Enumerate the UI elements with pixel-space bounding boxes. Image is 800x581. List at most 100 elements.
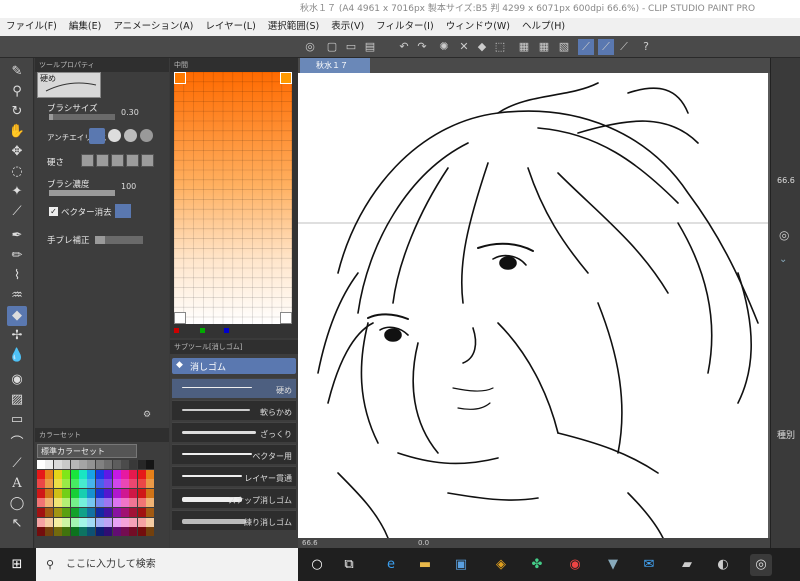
color-swatch[interactable] <box>121 498 129 508</box>
color-swatch[interactable] <box>62 488 71 498</box>
color-swatch[interactable] <box>129 460 138 469</box>
transform-icon[interactable]: ⬚ <box>492 39 508 55</box>
color-swatch[interactable] <box>95 508 104 517</box>
vector-erase-checkbox[interactable]: ✓ <box>49 207 58 216</box>
tool-settings-icon[interactable]: ⚙ <box>143 410 151 420</box>
color-swatch[interactable] <box>112 460 121 469</box>
color-swatch[interactable] <box>129 498 138 508</box>
eraser-icon[interactable]: ◆ <box>7 306 27 326</box>
menu-animation[interactable]: アニメーション(A) <box>107 18 199 36</box>
clip-studio-icon[interactable]: ◎ <box>302 39 318 55</box>
sub-tool-item-vector[interactable]: ベクター用 <box>172 444 296 464</box>
color-swatch[interactable] <box>129 469 138 479</box>
balloon-icon[interactable]: ◯ <box>7 494 27 514</box>
color-swatch[interactable] <box>104 527 113 537</box>
color-swatch[interactable] <box>104 498 113 508</box>
menu-help[interactable]: ヘルプ(H) <box>516 18 571 36</box>
hardness-step-1[interactable] <box>81 154 94 167</box>
layer-icon[interactable]: ◎ <box>779 228 789 242</box>
color-swatch[interactable] <box>137 488 146 498</box>
color-swatch[interactable] <box>45 527 54 537</box>
color-swatch[interactable] <box>62 460 71 469</box>
menu-layer[interactable]: レイヤー(L) <box>199 18 261 36</box>
help-icon[interactable]: ? <box>638 39 654 55</box>
color-swatch[interactable] <box>87 527 96 537</box>
color-swatch[interactable] <box>104 460 113 469</box>
intermediate-color-grid[interactable] <box>173 71 292 324</box>
lasso-icon[interactable]: ◌ <box>7 162 27 182</box>
color-swatch[interactable] <box>112 469 121 479</box>
color-swatch[interactable] <box>112 488 121 498</box>
color-swatch[interactable] <box>137 508 146 517</box>
canvas-tab[interactable]: 秋水１７ <box>300 58 370 73</box>
mail-icon[interactable]: ✉ <box>638 554 660 576</box>
color-swatch[interactable] <box>129 508 138 517</box>
color-swatch[interactable] <box>45 488 54 498</box>
gradient-icon[interactable]: ▨ <box>7 390 27 410</box>
hardness-step-4[interactable] <box>126 154 139 167</box>
color-swatch[interactable] <box>79 460 87 469</box>
color-swatch[interactable] <box>104 517 113 527</box>
color-swatch[interactable] <box>79 508 87 517</box>
color-swatch[interactable] <box>70 498 79 508</box>
color-swatch[interactable] <box>87 508 96 517</box>
color-swatch[interactable] <box>95 527 104 537</box>
color-swatch[interactable] <box>95 460 104 469</box>
color-swatch[interactable] <box>37 498 45 508</box>
color-swatch[interactable] <box>45 479 54 489</box>
stabilization-slider[interactable] <box>95 236 143 244</box>
color-swatch[interactable] <box>121 517 129 527</box>
color-swatch[interactable] <box>79 527 87 537</box>
save-icon[interactable]: ▤ <box>362 39 378 55</box>
chevron-down-icon[interactable]: ⌄ <box>779 254 787 265</box>
color-swatch[interactable] <box>79 479 87 489</box>
canvas-zoom-value[interactable]: 66.6 <box>302 539 318 547</box>
brush-icon[interactable]: ⌇ <box>7 266 27 286</box>
color-swatch[interactable] <box>37 508 45 517</box>
correct-line-icon[interactable]: ↖ <box>7 514 27 534</box>
move-icon[interactable]: ✥ <box>7 142 27 162</box>
color-swatch[interactable] <box>87 488 96 498</box>
color-swatch[interactable] <box>37 460 45 469</box>
color-swatch[interactable] <box>129 527 138 537</box>
redo-icon[interactable]: ↷ <box>414 39 430 55</box>
color-swatch[interactable] <box>112 517 121 527</box>
menu-file[interactable]: ファイル(F) <box>0 18 63 36</box>
color-swatch[interactable] <box>146 469 155 479</box>
color-swatch[interactable] <box>53 460 62 469</box>
color-swatch[interactable] <box>137 517 146 527</box>
color-swatch[interactable] <box>37 469 45 479</box>
corner-color-top-left[interactable] <box>174 72 186 84</box>
task-view-icon[interactable]: ⧉ <box>338 554 360 576</box>
edge-icon[interactable]: e <box>380 554 402 576</box>
grid-icon[interactable]: ▦ <box>536 39 552 55</box>
corner-color-bottom-left[interactable] <box>174 312 186 324</box>
color-swatch[interactable] <box>79 469 87 479</box>
color-swatch[interactable] <box>87 517 96 527</box>
menu-window[interactable]: ウィンドウ(W) <box>440 18 516 36</box>
rotate-icon[interactable]: ↻ <box>7 102 27 122</box>
color-swatch[interactable] <box>62 469 71 479</box>
color-swatch[interactable] <box>53 508 62 517</box>
corner-color-top-right[interactable] <box>280 72 292 84</box>
color-swatch[interactable] <box>62 498 71 508</box>
color-swatch[interactable] <box>45 460 54 469</box>
hardness-step-2[interactable] <box>96 154 109 167</box>
undo-icon[interactable]: ↶ <box>396 39 412 55</box>
taskbar-search-box[interactable]: ⚲ ここに入力して検索 <box>36 548 298 581</box>
hardness-step-3[interactable] <box>111 154 124 167</box>
color-swatch[interactable] <box>104 469 113 479</box>
color-swatch[interactable] <box>62 517 71 527</box>
color-swatch[interactable] <box>53 517 62 527</box>
color-swatch[interactable] <box>112 508 121 517</box>
file-explorer-icon[interactable]: ▬ <box>414 554 436 576</box>
app-icon[interactable]: ◈ <box>490 554 512 576</box>
color-swatch[interactable] <box>146 498 155 508</box>
clip-studio-taskbar-icon[interactable]: ◎ <box>750 554 772 576</box>
sub-tool-item-soft[interactable]: 軟らかめ <box>172 400 296 420</box>
density-slider[interactable] <box>49 190 115 196</box>
decoration-icon[interactable]: ✢ <box>7 326 27 346</box>
color-swatch[interactable] <box>70 479 79 489</box>
color-swatch[interactable] <box>95 479 104 489</box>
color-swatch[interactable] <box>146 479 155 489</box>
